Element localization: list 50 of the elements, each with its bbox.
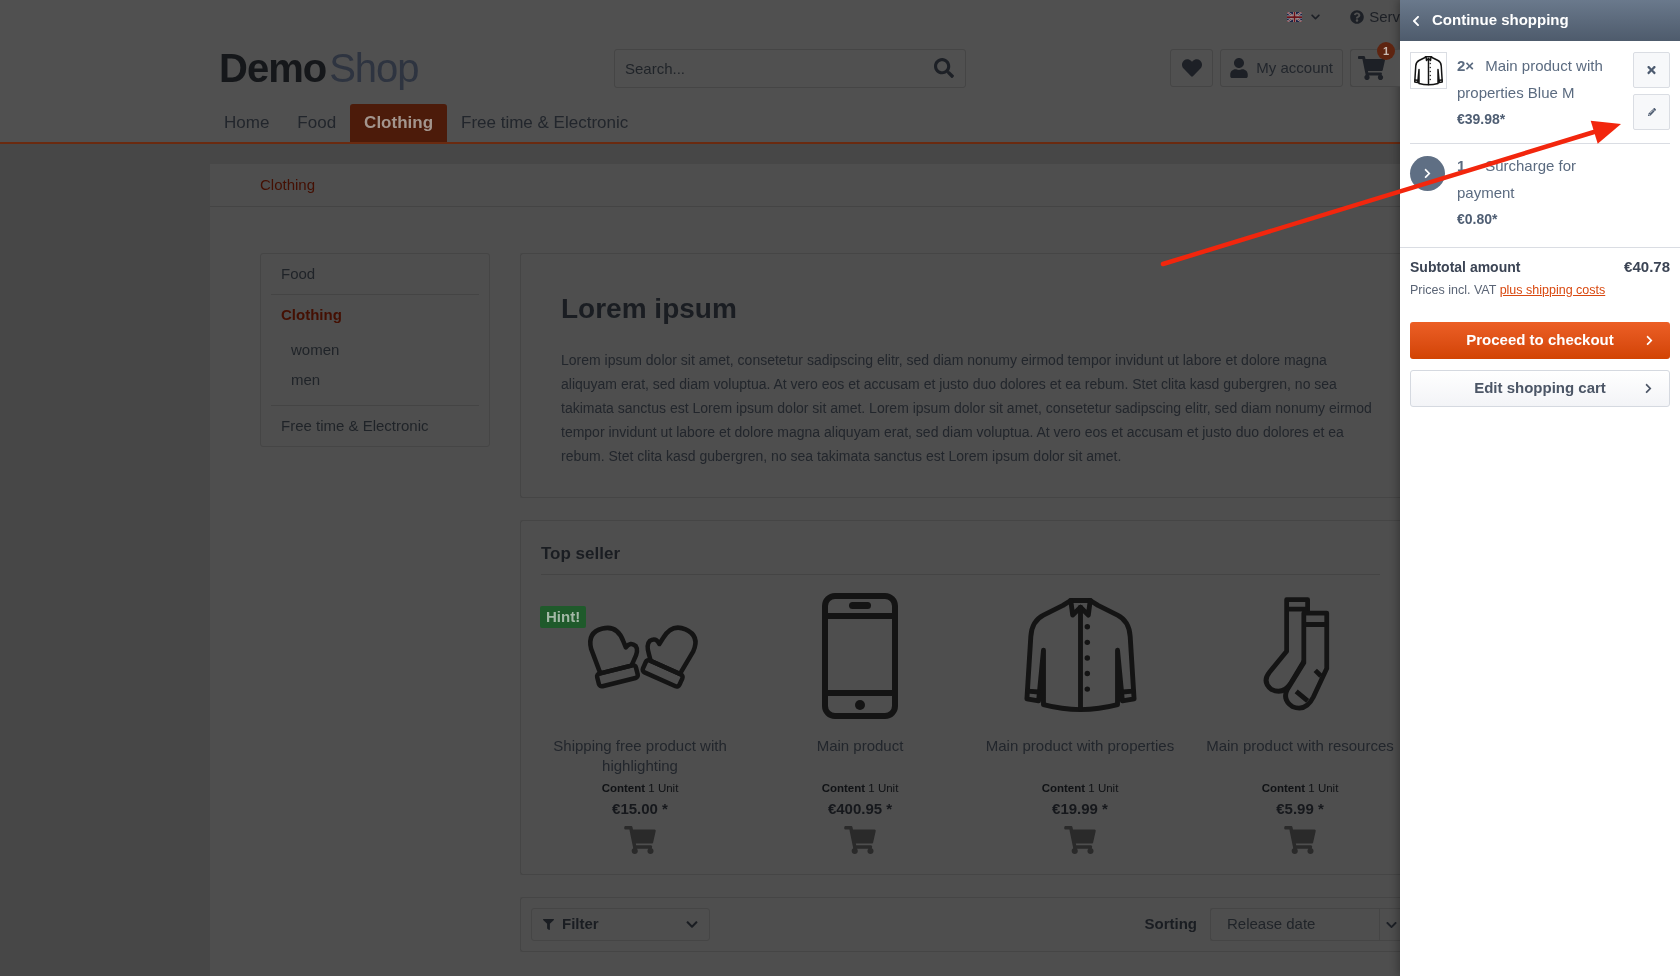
product-price: €19.99 * bbox=[1052, 799, 1108, 818]
cart-icon bbox=[1358, 56, 1385, 80]
add-to-cart-button[interactable] bbox=[1063, 826, 1097, 854]
subtotal-amount: €40.78 bbox=[1624, 256, 1670, 277]
cart-icon bbox=[624, 826, 656, 854]
shipping-costs-link[interactable]: plus shipping costs bbox=[1499, 283, 1606, 297]
chevron-left-icon bbox=[1412, 14, 1420, 27]
cart-item-price: €0.80* bbox=[1457, 210, 1499, 229]
cart-count-badge: 1 bbox=[1377, 42, 1395, 60]
hint-badge: Hint! bbox=[540, 606, 587, 628]
chevron-right-icon bbox=[1646, 335, 1653, 346]
filter-icon bbox=[543, 919, 554, 930]
cart-icon bbox=[1284, 826, 1316, 854]
product-price: €15.00 * bbox=[612, 799, 668, 818]
subtotal-label: Subtotal amount bbox=[1410, 257, 1521, 277]
heart-icon bbox=[1181, 58, 1202, 78]
add-to-cart-button[interactable] bbox=[623, 826, 657, 854]
chevron-right-icon bbox=[1645, 383, 1652, 394]
help-icon bbox=[1350, 10, 1365, 24]
product-content: Content 1 Unit bbox=[1041, 781, 1119, 796]
chevron-down-icon bbox=[686, 918, 698, 931]
add-to-cart-button[interactable] bbox=[1283, 826, 1317, 854]
product-price: €400.95 * bbox=[827, 799, 893, 818]
sidebar-item[interactable]: Clothing bbox=[271, 295, 479, 335]
edit-cart-button[interactable]: Edit shopping cart bbox=[1410, 370, 1670, 407]
pencil-icon bbox=[1647, 108, 1656, 116]
remove-item-button[interactable] bbox=[1633, 52, 1670, 88]
vat-note: Prices incl. VAT plus shipping costs bbox=[1410, 282, 1607, 299]
cart-icon bbox=[1064, 826, 1096, 854]
close-icon bbox=[1647, 64, 1656, 76]
user-icon bbox=[1230, 58, 1249, 78]
checkout-button[interactable]: Proceed to checkout bbox=[1410, 322, 1670, 359]
cart-button[interactable] bbox=[1350, 49, 1400, 87]
edit-item-button[interactable] bbox=[1633, 94, 1670, 130]
cart-item-price: €39.98* bbox=[1457, 110, 1507, 129]
breadcrumb-link[interactable]: Clothing bbox=[260, 173, 316, 197]
flag-icon bbox=[1287, 12, 1303, 22]
search-icon[interactable] bbox=[934, 57, 954, 78]
product-content: Content 1 Unit bbox=[601, 781, 679, 796]
jacket-thumbnail[interactable] bbox=[1410, 52, 1447, 89]
nav-tab[interactable]: Clothing bbox=[350, 104, 448, 142]
add-to-cart-button[interactable] bbox=[843, 826, 877, 854]
wishlist-button[interactable] bbox=[1170, 49, 1214, 87]
chevron-down-icon bbox=[1311, 12, 1321, 22]
cart-item-name: 2× Main product with properties Blue M bbox=[1457, 56, 1604, 103]
continue-shopping-button[interactable]: Continue shopping bbox=[1400, 0, 1680, 41]
product-content: Content 1 Unit bbox=[1261, 781, 1339, 796]
product-content: Content 1 Unit bbox=[821, 781, 899, 796]
cart-icon bbox=[844, 826, 876, 854]
product-price: €5.99 * bbox=[1276, 799, 1324, 818]
